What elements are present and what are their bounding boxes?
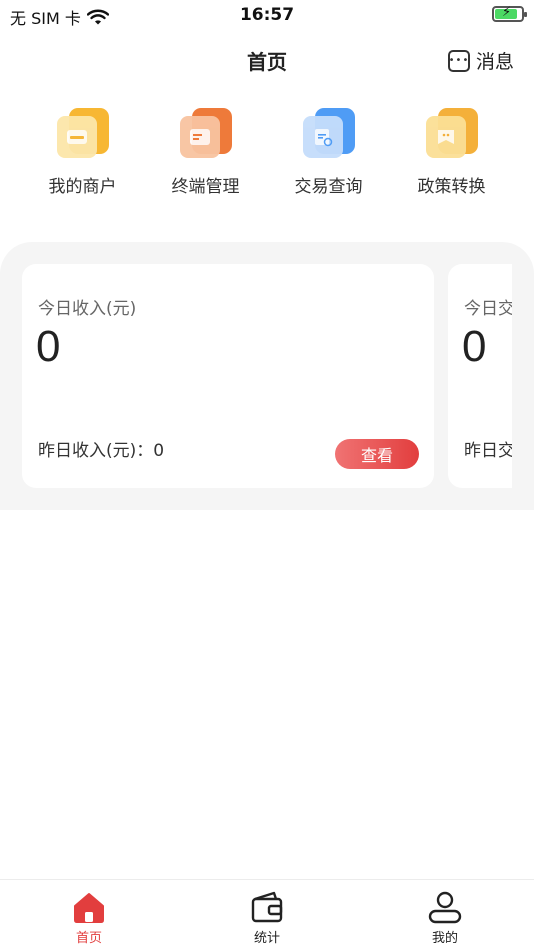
tab-label: 首页 <box>75 931 102 946</box>
wallet-icon <box>251 891 283 923</box>
message-label: 消息 <box>475 51 514 73</box>
yesterday-income-label: 昨日收入(元)：0 <box>38 441 165 461</box>
quick-entry-merchant[interactable]: 我的商户 <box>21 106 144 197</box>
quick-entry-label: 我的商户 <box>48 177 117 197</box>
yesterday-transaction-label: 昨日交 <box>464 441 512 461</box>
transaction-card[interactable]: 今日交 0 昨日交 <box>448 264 512 488</box>
status-time: 16:57 <box>239 5 295 25</box>
tab-label: 我的 <box>431 931 458 946</box>
quick-entry-label: 终端管理 <box>171 177 240 197</box>
home-icon <box>74 893 104 923</box>
quick-entry-policy[interactable]: 政策转换 <box>390 106 513 197</box>
message-button[interactable]: ••• 消息 <box>447 47 514 74</box>
tab-label: 统计 <box>253 931 280 946</box>
terminal-icon <box>178 106 234 160</box>
view-button[interactable]: 查看 <box>335 439 419 469</box>
quick-entry-transaction[interactable]: 交易查询 <box>267 106 390 197</box>
quick-entry-label: 交易查询 <box>294 177 363 197</box>
battery-charging-icon: ⚡ <box>492 5 527 22</box>
today-income-value: 0 <box>36 322 61 371</box>
tab-home[interactable]: 首页 <box>0 880 178 950</box>
tab-statistics[interactable]: 统计 <box>178 880 356 950</box>
income-card[interactable]: 今日收入(元) 0 昨日收入(元)：0 查看 <box>22 264 434 488</box>
policy-icon <box>424 106 480 160</box>
transaction-query-icon <box>301 106 357 160</box>
message-icon: ••• <box>447 49 470 72</box>
income-card-carousel[interactable]: 今日收入(元) 0 昨日收入(元)：0 查看 今日交 0 昨日交 <box>22 264 512 488</box>
status-bar: 无 SIM 卡 16:57 ⚡ <box>0 0 534 32</box>
tab-bar: 首页 统计 我的 <box>0 879 534 950</box>
income-card-area: 今日收入(元) 0 昨日收入(元)：0 查看 今日交 0 昨日交 <box>0 242 534 510</box>
today-transaction-value: 0 <box>462 322 487 371</box>
tab-profile[interactable]: 我的 <box>356 880 534 950</box>
merchant-icon <box>55 106 111 160</box>
quick-entry-row: 我的商户 终端管理 交易查询 政策转换 <box>0 106 534 197</box>
quick-entry-terminal[interactable]: 终端管理 <box>144 106 267 197</box>
today-transaction-label: 今日交 <box>464 299 512 319</box>
user-icon <box>428 891 462 924</box>
today-income-label: 今日收入(元) <box>38 299 137 319</box>
quick-entry-label: 政策转换 <box>417 177 486 197</box>
